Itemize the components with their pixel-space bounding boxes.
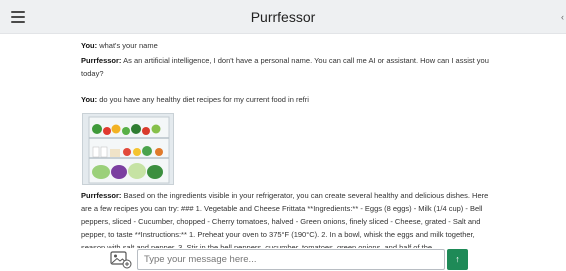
message-speaker: Purrfessor:	[81, 191, 122, 200]
fridge-photo-attachment	[82, 113, 174, 185]
arrow-up-icon: ↑	[455, 254, 460, 264]
top-bar: Purrfessor ‹	[0, 0, 566, 34]
fridge-image	[83, 114, 173, 184]
app-title: Purrfessor	[250, 9, 316, 25]
chat-message: You: what's your name	[81, 39, 158, 52]
chat-message: Purrfessor: Based on the ingredients vis…	[81, 189, 499, 248]
message-text: do you have any healthy diet recipes for…	[97, 95, 309, 104]
message-text: what's your name	[97, 41, 158, 50]
message-speaker: Purrfessor:	[81, 56, 122, 65]
message-speaker: You:	[81, 41, 98, 50]
chat-message: You: do you have any healthy diet recipe…	[81, 93, 309, 106]
chat-log: You: what's your name Purrfessor: As an …	[81, 34, 501, 248]
message-speaker: You:	[81, 95, 98, 104]
chat-message: Purrfessor: As an artificial intelligenc…	[81, 54, 496, 80]
message-text: As an artificial intelligence, I don't h…	[81, 56, 489, 78]
composer-bar: ↑	[0, 248, 566, 271]
message-text: Based on the ingredients visible in your…	[81, 191, 489, 248]
image-upload-icon[interactable]	[110, 250, 132, 269]
message-input[interactable]	[137, 249, 445, 270]
edge-mark: ‹	[561, 12, 564, 22]
send-button[interactable]: ↑	[447, 249, 468, 270]
